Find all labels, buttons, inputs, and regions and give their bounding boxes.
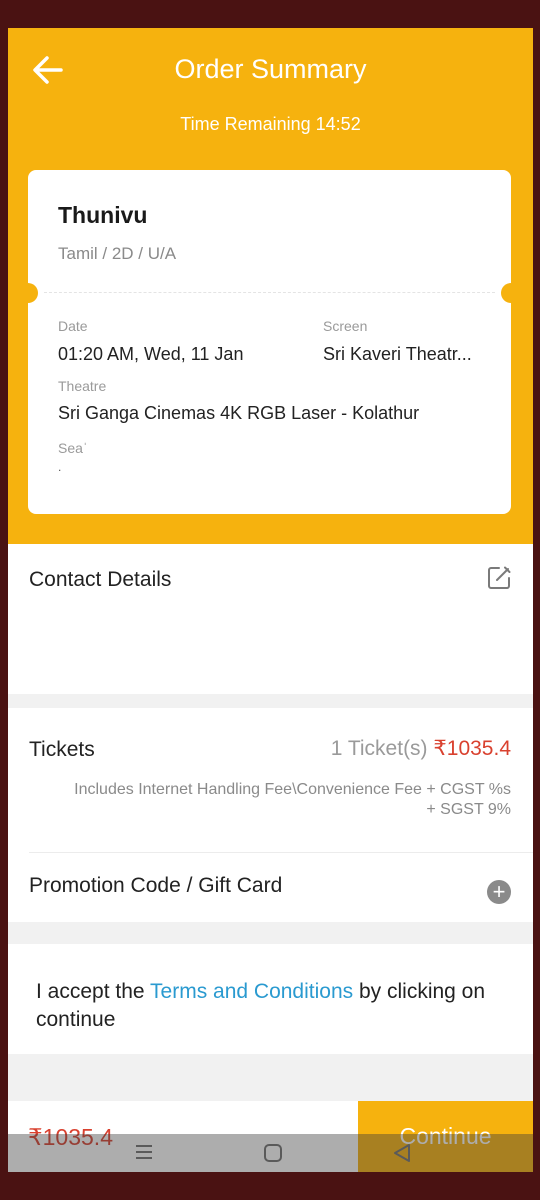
ticket-notch-right — [501, 283, 521, 303]
recent-apps-button[interactable] — [135, 1144, 153, 1165]
ticket-perforation — [44, 292, 495, 293]
contact-details-section: Contact Details — [8, 544, 533, 694]
time-remaining: Time Remaining 14:52 — [180, 114, 361, 134]
menu-lines-icon — [136, 1145, 152, 1159]
edit-contact-button[interactable] — [485, 564, 515, 594]
promo-code-row[interactable]: Promotion Code / Gift Card — [29, 874, 282, 898]
ticket-count: 1 Ticket(s) — [330, 737, 428, 760]
fee-note: Includes Internet Handling Fee\Convenien… — [38, 780, 511, 820]
theatre-value: Sri Ganga Cinemas 4K RGB Laser - Kolathu… — [58, 403, 420, 423]
terms-link[interactable]: Terms and Conditions — [150, 980, 353, 1003]
movie-title: Thunivu — [58, 202, 148, 228]
nav-back-button[interactable] — [392, 1143, 412, 1168]
tickets-title: Tickets — [29, 738, 95, 761]
screen-label: Screen — [323, 318, 368, 334]
plus-icon: + — [492, 879, 506, 904]
home-button[interactable] — [263, 1143, 283, 1168]
page-title: Order Summary — [174, 54, 367, 84]
fee-note-line-2: + SGST 9% — [426, 801, 511, 818]
seat-label: Seaˈ — [58, 440, 88, 456]
section-divider — [29, 852, 533, 853]
fee-note-line-1: Includes Internet Handling Fee\Convenien… — [74, 781, 511, 798]
back-triangle-icon — [394, 1144, 410, 1162]
contact-details-title: Contact Details — [29, 568, 172, 591]
tickets-summary: 1 Ticket(s) ₹1035.4 — [331, 736, 511, 761]
home-square-icon — [264, 1144, 282, 1162]
date-value: 01:20 AM, Wed, 11 Jan — [58, 344, 244, 364]
add-promo-button[interactable]: + — [487, 880, 511, 904]
ticket-card: Thunivu Tamil / 2D / U/A Date 01:20 AM, … — [18, 170, 521, 514]
terms-section: I accept the Terms and Conditions by cli… — [8, 944, 533, 1054]
app-screen: Order Summary Time Remaining 14:52 Thuni… — [8, 28, 533, 1172]
edit-icon — [488, 566, 511, 589]
tickets-section: Tickets 1 Ticket(s) ₹1035.4 Includes Int… — [8, 708, 533, 922]
terms-prefix: I accept the — [36, 980, 151, 1003]
ticket-notch-left — [18, 283, 38, 303]
ticket-price: ₹1035.4 — [433, 737, 511, 760]
theatre-label: Theatre — [58, 378, 107, 394]
date-label: Date — [58, 318, 88, 334]
terms-text: I accept the Terms and Conditions by cli… — [36, 978, 513, 1034]
system-navigation-bar — [8, 1134, 533, 1172]
movie-meta: Tamil / 2D / U/A — [58, 244, 177, 263]
order-header: Order Summary Time Remaining 14:52 Thuni… — [8, 28, 533, 544]
seat-value: . — [58, 460, 62, 474]
screen-value: Sri Kaveri Theatr... — [323, 344, 472, 364]
